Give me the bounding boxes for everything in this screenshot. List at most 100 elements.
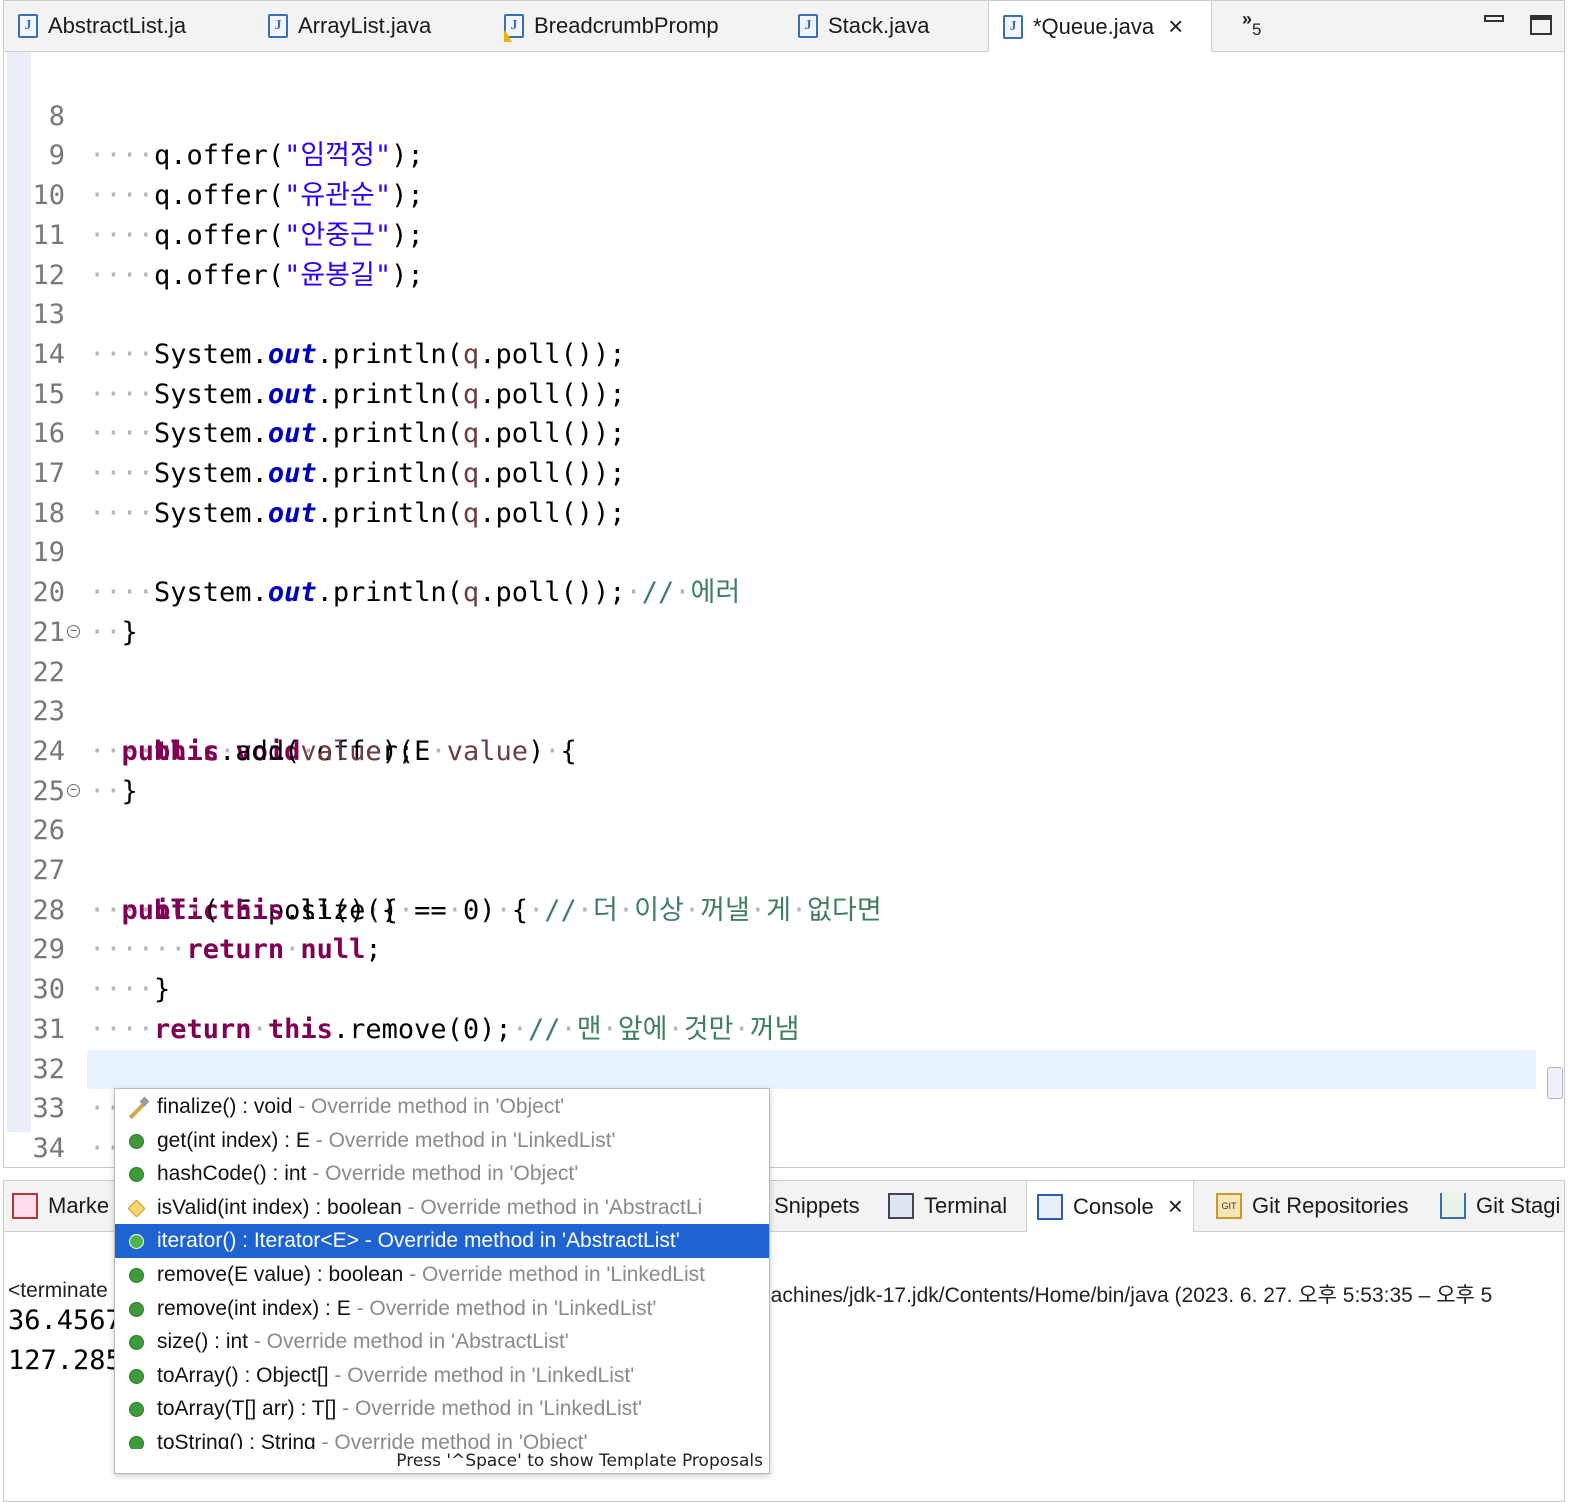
public-method-icon (129, 1268, 144, 1283)
git-repositories-icon: GIT (1216, 1193, 1242, 1219)
git-staging-icon (1440, 1193, 1466, 1219)
proposal-signature: size() : int (157, 1330, 249, 1354)
code-line: 25 (7, 732, 1564, 807)
chevron-double-right-icon: » (1242, 9, 1253, 29)
code-line: 24 ··} (7, 692, 1564, 807)
proposal-item[interactable]: remove(E value) : boolean - Override met… (115, 1258, 769, 1292)
tab-label: ArrayList.java (298, 13, 432, 38)
tab-terminal[interactable]: Terminal (888, 1181, 1007, 1231)
code-line: 19 ····System.out.println(q.poll());·//·… (7, 494, 1564, 608)
proposal-signature: iterator() : Iterator<E> (157, 1229, 359, 1253)
console-output-line: 36.4567 (8, 1305, 122, 1336)
tab-arraylist[interactable]: J ArrayList.java (268, 1, 478, 51)
proposal-signature: hashCode() : int (157, 1162, 307, 1186)
tab-git-repositories[interactable]: GIT Git Repositories (1216, 1181, 1409, 1231)
tab-breadcrumbprompt[interactable]: J BreadcrumbPromp (504, 1, 744, 51)
public-method-icon (129, 1133, 144, 1149)
tab-label: AbstractList.ja (48, 13, 187, 38)
protected-method-icon (129, 1100, 144, 1115)
tab-stack[interactable]: J Stack.java (798, 1, 968, 51)
proposal-item[interactable]: remove(int index) : E - Override method … (115, 1292, 769, 1326)
proposal-signature: toArray(T[] arr) : T[] (157, 1397, 337, 1421)
proposal-item[interactable]: toArray() : Object[] - Override method i… (115, 1359, 769, 1393)
java-file-icon: J (268, 14, 288, 38)
tab-markers[interactable]: Marke (12, 1181, 109, 1231)
tab-queue[interactable]: J *Queue.java × (988, 1, 1212, 52)
code-line: 11 ····q.offer("윤봉길"); (7, 176, 1564, 291)
tab-abstractlist[interactable]: J AbstractList.ja (18, 1, 248, 51)
proposal-description: - Override method in 'LinkedList' (328, 1363, 635, 1387)
proposal-item-selected[interactable]: iterator() : Iterator<E> - Override meth… (115, 1224, 769, 1258)
code-line: 26 − ··public·E·poll()·{ (7, 772, 1564, 926)
content-assist-popup: finalize() : void - Override method in '… (114, 1088, 770, 1474)
close-icon[interactable]: × (1168, 11, 1183, 42)
proposal-item[interactable]: finalize() : void - Override method in '… (115, 1090, 769, 1124)
public-method-icon (129, 1234, 144, 1250)
proposal-footer: Press '^Space' to show Template Proposal… (115, 1449, 769, 1473)
tab-label: Stack.java (828, 13, 930, 38)
code-line: 23 ····this.add(value); (7, 653, 1564, 767)
code-line: 22 − ··public·void·offer(E·value)·{ (7, 613, 1564, 767)
java-file-warning-icon: J (504, 14, 524, 42)
java-file-icon: J (1003, 14, 1023, 39)
proposal-description: - Override method in 'Object' (292, 1095, 565, 1118)
proposal-item[interactable]: get(int index) : E - Override method in … (115, 1124, 769, 1158)
maximize-icon[interactable] (1530, 15, 1552, 35)
overflow-count: 5 (1252, 20, 1262, 39)
close-icon[interactable]: × (1168, 1191, 1183, 1222)
public-method-icon (129, 1167, 144, 1183)
proposal-signature: isValid(int index) : boolean (157, 1195, 402, 1219)
console-status-suffix: lachines/jdk-17.jdk/Contents/Home/bin/ja… (766, 1284, 1493, 1307)
code-line: 15 ····System.out.println(q.poll()); (7, 335, 1564, 450)
tab-label: Terminal (924, 1193, 1008, 1218)
tab-label: *Queue.java (1033, 13, 1155, 39)
code-line: 32 ·· (7, 1010, 1564, 1125)
code-line: 17 ····System.out.println(q.poll()); (7, 414, 1564, 529)
code-line: 8 ····q.offer("임꺽정"); (7, 57, 1564, 172)
code-line: 13 ····System.out.println(q.poll()); (7, 256, 1564, 370)
proposal-description: - Override method in 'LinkedList' (309, 1128, 616, 1152)
proposal-description: - Override method in 'AbstractList' (248, 1330, 569, 1354)
java-file-icon: J (18, 14, 38, 38)
console-icon (1037, 1193, 1063, 1220)
console-output-line: 127.285 (8, 1345, 122, 1376)
code-line: 14 ····System.out.println(q.poll()); (7, 295, 1564, 410)
protected-method-icon (127, 1199, 146, 1218)
code-line: 33 ·· (7, 1050, 1564, 1164)
scrollbar-marker[interactable] (1547, 1067, 1563, 1099)
code-line: 10 ····q.offer("안중근"); (7, 136, 1564, 251)
fold-collapse-icon[interactable]: − (67, 624, 80, 638)
public-method-icon (129, 1368, 144, 1384)
code-line: 12 (7, 216, 1564, 291)
tab-console[interactable]: Console × (1026, 1181, 1194, 1232)
tab-label: Git Repositories (1252, 1193, 1409, 1218)
proposal-description: - Override method in 'LinkedList (403, 1263, 705, 1286)
code-line: 31 ··} (7, 970, 1564, 1085)
java-file-icon: J (798, 14, 818, 38)
code-line: 27 ····if·(this.size()·==·0)·{·//·더·이상·꺼… (7, 811, 1564, 926)
code-line: 9 ····q.offer("유관순"); (7, 97, 1564, 211)
tab-overflow-button[interactable]: »5 (1242, 9, 1261, 39)
proposal-item[interactable]: toArray(T[] arr) : T[] - Override method… (115, 1392, 769, 1426)
proposal-description: - Override method in 'LinkedList' (336, 1397, 642, 1421)
public-method-icon (129, 1301, 144, 1317)
proposal-item[interactable]: isValid(int index) : boolean - Override … (115, 1191, 769, 1225)
proposal-item[interactable]: size() : int - Override method in 'Abstr… (115, 1325, 769, 1359)
warning-icon (504, 30, 512, 42)
proposal-signature: remove(E value) : boolean (157, 1263, 404, 1286)
markers-icon (12, 1193, 38, 1219)
code-line: 29 ····} (7, 891, 1564, 1005)
public-method-icon (129, 1335, 144, 1351)
proposal-description: - Override method in 'LinkedList' (350, 1296, 657, 1320)
code-line: 18 (7, 454, 1564, 529)
console-status-prefix: <terminate (8, 1279, 108, 1302)
editor-tab-bar: J AbstractList.ja J ArrayList.java J Bre… (4, 1, 1564, 52)
minimize-icon[interactable] (1484, 15, 1504, 22)
tab-label: Marke (48, 1193, 110, 1218)
tab-snippets[interactable]: Snippets (774, 1181, 860, 1231)
tab-git-staging[interactable]: Git Stagi (1440, 1181, 1560, 1231)
fold-collapse-icon[interactable]: − (67, 783, 80, 797)
proposal-item[interactable]: hashCode() : int - Override method in 'O… (115, 1157, 769, 1191)
code-editor[interactable]: 8 ····q.offer("임꺽정"); 9 ····q.offer("유관순… (7, 57, 1564, 1167)
proposal-signature: toArray() : Object[] (157, 1363, 329, 1387)
